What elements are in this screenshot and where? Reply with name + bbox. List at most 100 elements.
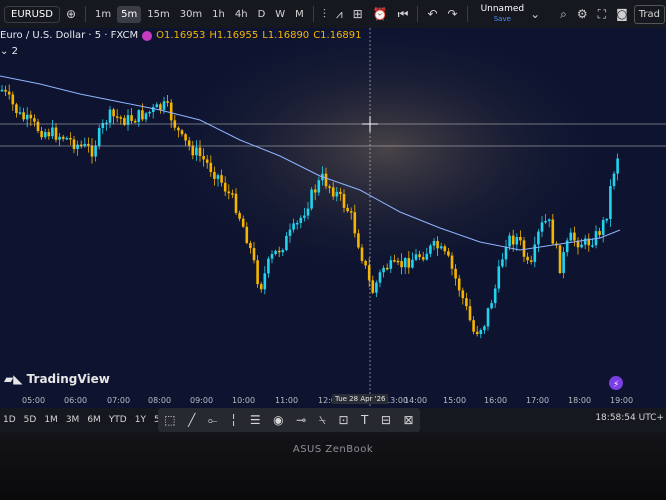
candle-body bbox=[547, 219, 551, 221]
candle-body bbox=[87, 143, 90, 146]
candle-body bbox=[396, 260, 400, 263]
x-tick-label: 11:00 bbox=[275, 396, 299, 405]
range-6m[interactable]: 6M bbox=[84, 413, 104, 427]
fullscreen-icon[interactable]: ⛶ bbox=[594, 7, 610, 22]
interval-4h[interactable]: 4h bbox=[231, 6, 252, 23]
chart-type-icon[interactable]: ⫶ bbox=[319, 7, 330, 22]
candle-body bbox=[598, 231, 601, 235]
horizontal-ray-icon[interactable]: ⊸ bbox=[293, 413, 309, 427]
candle-body bbox=[310, 189, 313, 209]
add-symbol-icon[interactable]: ⊕ bbox=[62, 7, 80, 21]
candle-body bbox=[400, 261, 403, 268]
interval-m[interactable]: M bbox=[291, 6, 308, 23]
interval-30m[interactable]: 30m bbox=[176, 6, 206, 23]
candle-body bbox=[580, 244, 583, 248]
candle-body bbox=[220, 175, 223, 183]
redo-icon[interactable]: ↷ bbox=[444, 7, 462, 21]
x-tick-label: 06:00 bbox=[64, 396, 88, 405]
candle-body bbox=[465, 298, 468, 307]
chevron-down-icon: ⌄ bbox=[0, 46, 9, 57]
crosshair-date-label: Tue 28 Apr '26 bbox=[332, 394, 389, 404]
price-chart[interactable]: ⚡ bbox=[0, 28, 666, 408]
clock[interactable]: 18:58:54 UTC+ bbox=[595, 413, 664, 423]
candle-body bbox=[33, 118, 36, 122]
candle-body bbox=[187, 140, 191, 146]
x-tick-label: 05:00 bbox=[22, 396, 46, 405]
candle-body bbox=[317, 180, 321, 193]
candle-body bbox=[605, 218, 609, 221]
save-label: Save bbox=[493, 15, 511, 23]
indicators-icon[interactable]: ⩘ bbox=[332, 7, 347, 22]
trend-line-icon[interactable]: ╱ bbox=[185, 413, 198, 427]
shapes-icon[interactable]: ⍀ bbox=[316, 413, 329, 428]
range-1m[interactable]: 1M bbox=[41, 413, 61, 427]
candle-body bbox=[292, 223, 295, 230]
candle-body bbox=[4, 89, 7, 92]
x-tick-label: 19:00 bbox=[610, 396, 634, 405]
tradingview-logo: ▰◣ TradingView bbox=[4, 372, 110, 386]
trade-button[interactable]: Trad bbox=[633, 4, 665, 24]
range-ytd[interactable]: YTD bbox=[106, 413, 130, 427]
interval-15m[interactable]: 15m bbox=[143, 6, 173, 23]
candle-body bbox=[7, 91, 11, 95]
candle-body bbox=[328, 186, 331, 188]
interval-d[interactable]: D bbox=[254, 6, 270, 23]
candle-body bbox=[202, 155, 205, 160]
candle-body bbox=[223, 182, 227, 192]
symbol-search[interactable]: EURUSD bbox=[4, 5, 60, 23]
interval-1m[interactable]: 1m bbox=[91, 6, 115, 23]
interval-w[interactable]: W bbox=[271, 6, 289, 23]
candle-body bbox=[411, 259, 414, 268]
x-tick-label: 10:00 bbox=[232, 396, 256, 405]
candle-body bbox=[353, 212, 357, 234]
search-icon[interactable]: ⌕ bbox=[556, 7, 571, 22]
candle-body bbox=[357, 233, 360, 248]
layout-name-block[interactable]: Unnamed Save bbox=[481, 4, 525, 24]
candle-body bbox=[69, 137, 72, 140]
top-toolbar: EURUSD ⊕ 1m 5m 15m 30m 1h 4h D W M ⫶ ⩘ ⊞… bbox=[0, 0, 666, 28]
replay-icon[interactable]: ⏮ bbox=[394, 7, 413, 22]
candle-body bbox=[425, 253, 429, 260]
candle-body bbox=[195, 147, 198, 156]
candle-body bbox=[141, 110, 144, 120]
alert-icon[interactable]: ⏰ bbox=[369, 7, 392, 21]
range-3m[interactable]: 3M bbox=[63, 413, 83, 427]
candle-body bbox=[497, 266, 501, 289]
candle-body bbox=[256, 260, 259, 285]
indicator-toggle[interactable]: ⌄ 2 bbox=[0, 46, 18, 57]
fib-icon[interactable]: ☰ bbox=[247, 413, 264, 427]
candle-body bbox=[418, 254, 421, 258]
range-1d[interactable]: 1D bbox=[0, 413, 19, 427]
candle-body bbox=[126, 115, 130, 125]
text-icon[interactable]: T bbox=[358, 413, 371, 427]
undo-icon[interactable]: ↶ bbox=[423, 7, 441, 21]
candle-body bbox=[346, 207, 349, 212]
settings-icon[interactable]: ⚙ bbox=[573, 7, 592, 21]
position-icon[interactable]: ⊠ bbox=[401, 413, 417, 427]
ray-icon[interactable]: ⟜ bbox=[205, 413, 221, 428]
chart-area[interactable]: ⚡ Euro / U.S. Dollar · 5 · FXCM O1.16953… bbox=[0, 28, 666, 408]
select-icon[interactable]: ⬚ bbox=[161, 413, 178, 427]
interval-5m[interactable]: 5m bbox=[117, 5, 142, 23]
vertical-line-icon[interactable]: ╎ bbox=[227, 413, 240, 427]
chevron-down-icon[interactable]: ⌄ bbox=[526, 7, 544, 21]
candle-body bbox=[133, 120, 137, 123]
interval-1h[interactable]: 1h bbox=[208, 6, 229, 23]
candle-body bbox=[306, 208, 310, 216]
templates-icon[interactable]: ⊞ bbox=[349, 7, 367, 21]
candle-body bbox=[54, 127, 58, 140]
candle-body bbox=[461, 290, 465, 299]
candle-body bbox=[216, 175, 220, 179]
candle-body bbox=[393, 260, 396, 262]
instrument-title: Euro / U.S. Dollar · 5 · FXCM bbox=[0, 30, 139, 41]
pattern-icon[interactable]: ⊟ bbox=[378, 413, 394, 427]
range-5d[interactable]: 5D bbox=[21, 413, 40, 427]
camera-icon[interactable]: ◙ bbox=[612, 7, 632, 21]
circle-icon[interactable]: ◉ bbox=[270, 413, 286, 427]
watermark-text: TradingView bbox=[26, 372, 110, 386]
candle-body bbox=[177, 127, 180, 131]
x-tick-label: 14:00 bbox=[404, 396, 428, 405]
range-1y[interactable]: 1Y bbox=[132, 413, 149, 427]
bolt-icon-glyph: ⚡ bbox=[613, 380, 619, 390]
measure-icon[interactable]: ⊡ bbox=[335, 413, 351, 427]
